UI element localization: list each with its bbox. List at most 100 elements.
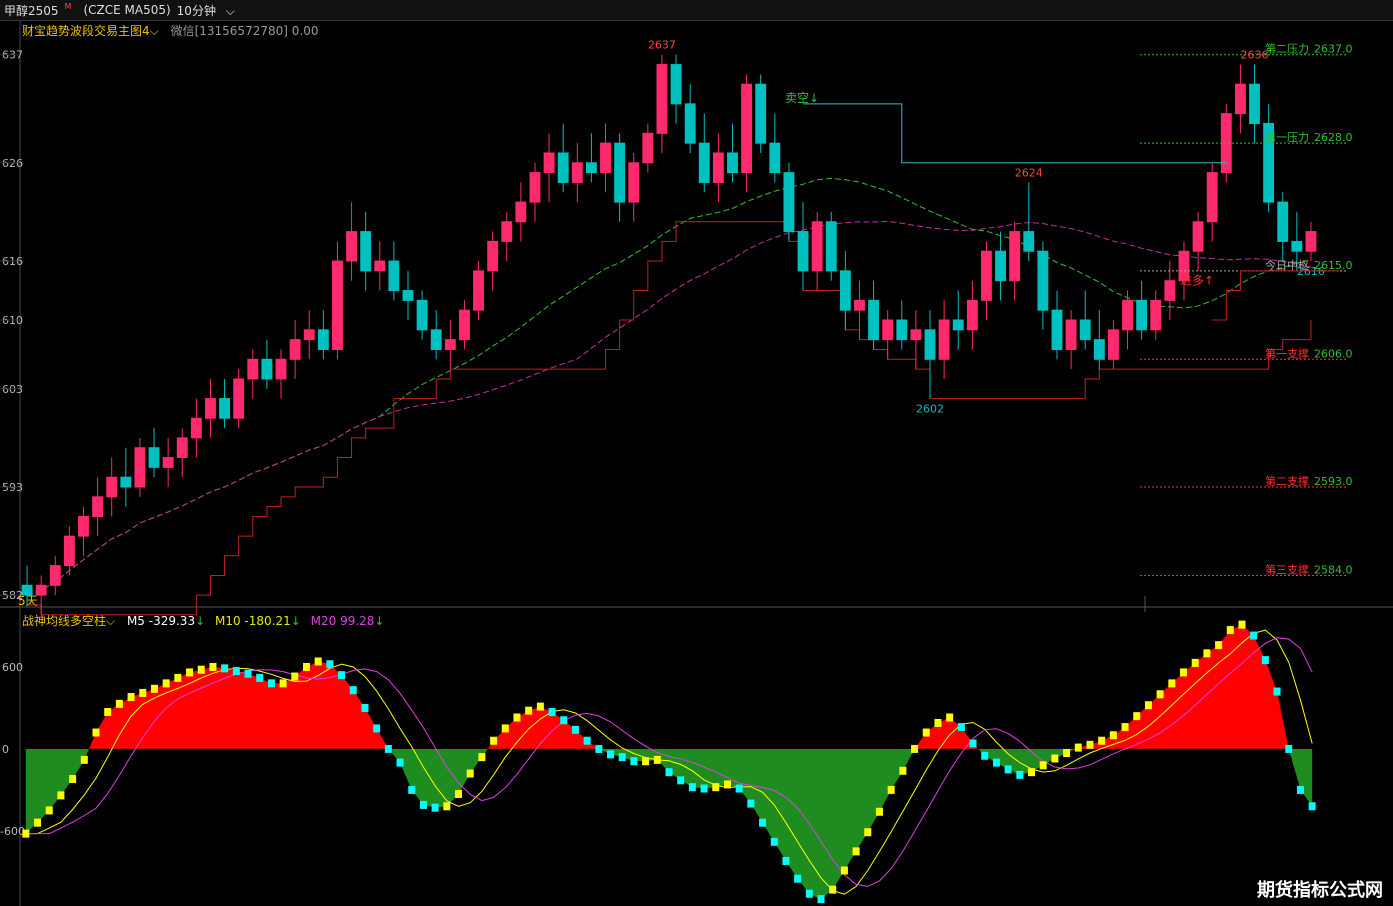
candle-body <box>797 231 809 272</box>
candle-body <box>642 132 654 164</box>
candle-body <box>148 447 160 468</box>
candle <box>698 113 710 193</box>
m5-block <box>969 739 977 748</box>
candle <box>1305 221 1317 262</box>
candle-body <box>487 240 499 272</box>
candle-body <box>233 378 245 419</box>
signal-sell-label: 卖空↓ <box>785 91 819 105</box>
candle <box>741 74 753 193</box>
candle-body <box>896 319 908 341</box>
candle-body <box>571 162 583 183</box>
m5-block <box>840 866 848 875</box>
candle <box>487 231 499 291</box>
signal-buy-line <box>1212 270 1340 321</box>
candle <box>176 428 188 478</box>
candle <box>529 162 541 222</box>
chart-canvas[interactable]: 6376266166106035935825天第二压力 2637.0第一压力 262… <box>0 0 1393 906</box>
m5-block <box>1285 744 1293 753</box>
m5-block <box>174 673 182 682</box>
m5-block <box>817 895 825 904</box>
m5-block <box>490 736 498 745</box>
m5-block <box>139 688 147 697</box>
m5-block <box>408 785 416 794</box>
candle <box>783 162 795 242</box>
candle <box>148 428 160 478</box>
candle-body <box>670 64 682 105</box>
candle-body <box>839 270 851 311</box>
candle <box>1037 241 1049 330</box>
candle <box>63 526 75 576</box>
m5-block <box>875 807 883 816</box>
candle <box>981 241 992 320</box>
m5-block <box>1273 687 1281 696</box>
candle <box>614 133 626 222</box>
candle <box>1150 290 1162 340</box>
m5-block <box>981 751 989 760</box>
signal-buy-label: 进多↑ <box>1180 274 1214 288</box>
signal-sell-line <box>803 103 1227 164</box>
candle <box>402 270 414 320</box>
price-extreme-label: 2616 <box>1297 265 1325 278</box>
candle <box>952 290 964 350</box>
m5-block <box>349 686 357 695</box>
m5-block <box>501 724 509 733</box>
candle <box>600 123 611 193</box>
m5-block <box>57 791 65 800</box>
candle <box>515 182 527 242</box>
m5-block <box>314 657 322 666</box>
candle-body <box>811 221 823 272</box>
sub-y-tick-label: -600 <box>0 825 25 838</box>
candle-body <box>444 339 456 350</box>
candle-body <box>134 447 146 488</box>
candle <box>811 211 823 291</box>
candle <box>966 280 978 350</box>
m5-block <box>630 757 638 766</box>
price-extreme-label: 2624 <box>1015 166 1043 179</box>
candle <box>92 477 104 537</box>
candle <box>924 310 936 399</box>
candle <box>303 310 315 360</box>
candle-body <box>247 358 259 380</box>
m5-block <box>267 679 275 688</box>
candle-body <box>120 476 132 488</box>
m5-block <box>197 665 205 674</box>
m5-block <box>232 667 240 676</box>
candle-body <box>769 142 781 174</box>
candle <box>416 290 428 340</box>
candle <box>1107 320 1119 370</box>
candle <box>684 84 696 153</box>
m5-block <box>373 724 381 733</box>
candle-body <box>1093 339 1105 360</box>
m5-block <box>1215 641 1223 650</box>
m5-block <box>723 780 731 789</box>
m5-block <box>1168 679 1176 688</box>
candle <box>1164 261 1176 320</box>
level-value: 2584.0 <box>1314 563 1353 576</box>
m5-block <box>607 750 615 759</box>
candle <box>642 123 654 173</box>
m5-block <box>1098 736 1106 745</box>
candle-body <box>63 535 75 567</box>
candle-body <box>162 457 174 468</box>
candle <box>289 320 301 379</box>
candle-body <box>190 417 202 439</box>
candle <box>332 241 343 360</box>
candle-body <box>924 329 936 360</box>
candle <box>205 378 216 438</box>
candle-body <box>614 142 626 203</box>
candle-body <box>515 201 527 223</box>
m5-block <box>150 684 158 693</box>
m5-block <box>1086 740 1094 749</box>
m5-block <box>384 744 392 753</box>
candle <box>35 575 47 615</box>
price-extreme-label: 2602 <box>916 403 944 416</box>
m5-block <box>221 664 229 673</box>
candle-body <box>1037 250 1049 311</box>
m5-block <box>1203 649 1211 658</box>
m5-block <box>45 806 53 815</box>
candle-body <box>49 565 61 586</box>
candle-body <box>303 329 315 341</box>
candle <box>317 310 329 360</box>
candle <box>106 457 118 517</box>
candle-body <box>966 299 978 331</box>
